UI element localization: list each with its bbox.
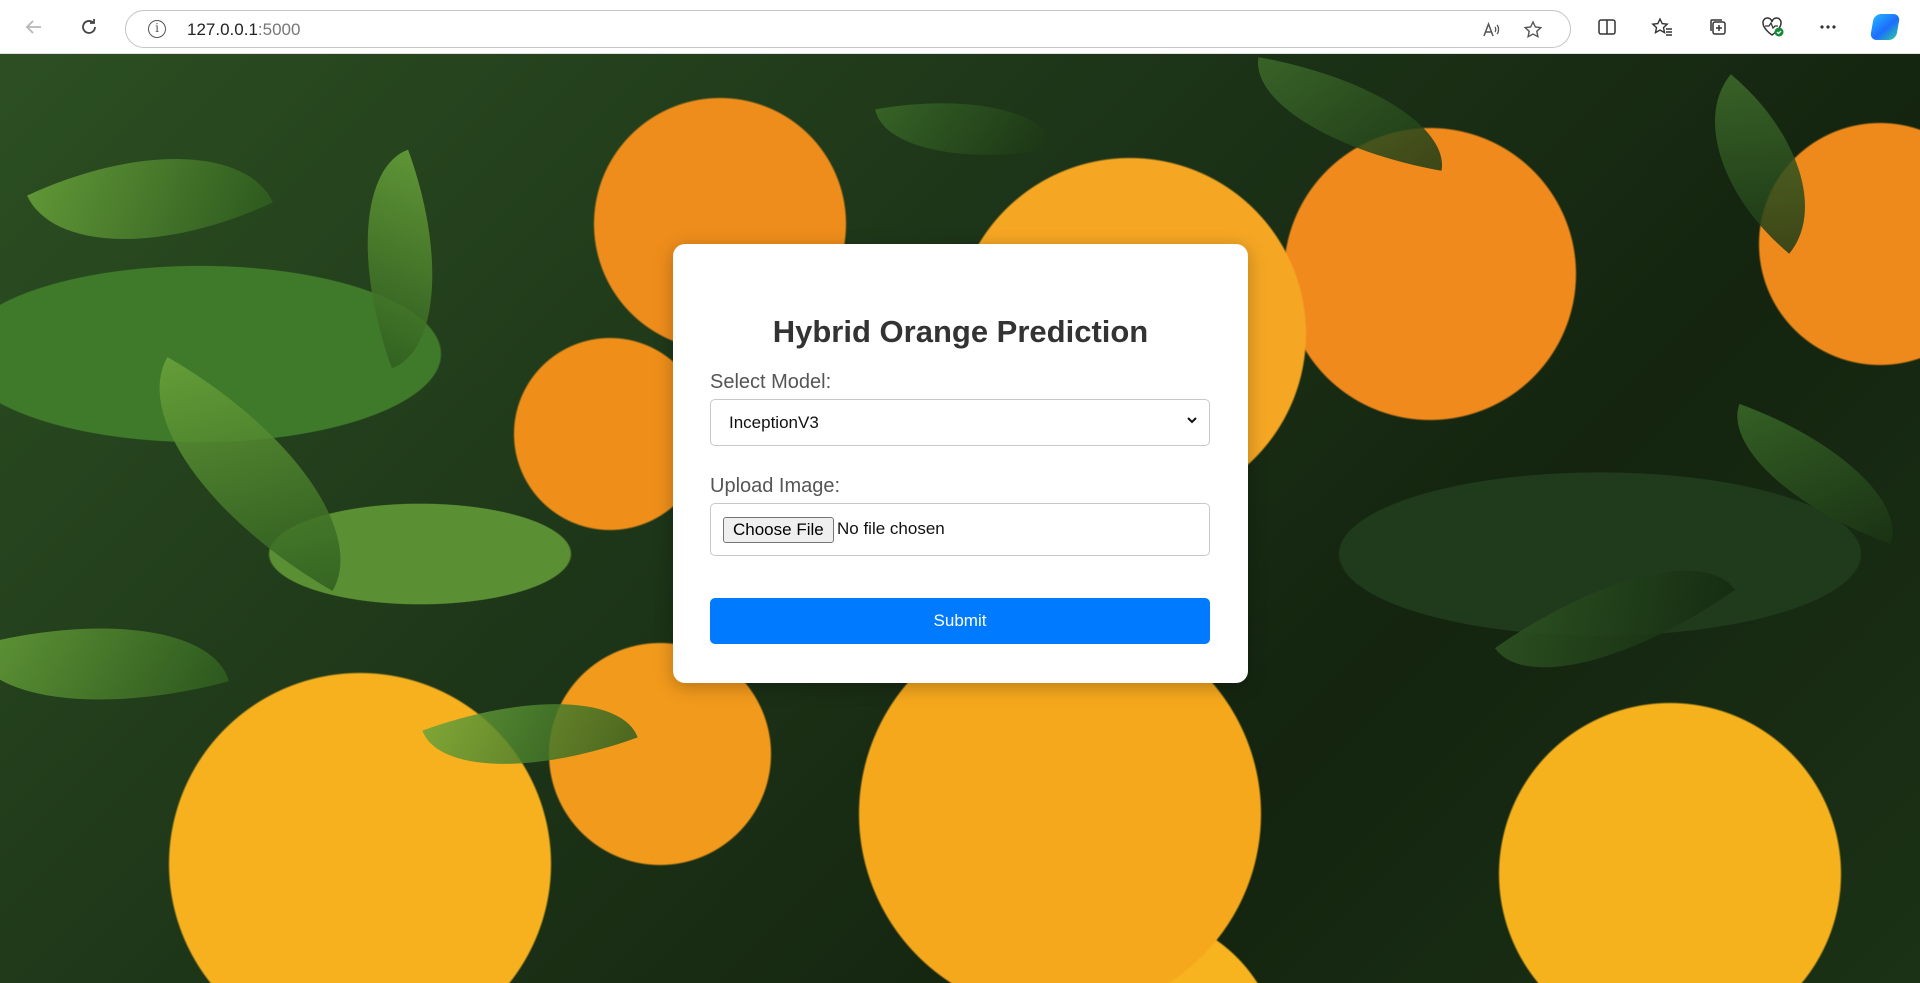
leaf-decoration — [875, 79, 1055, 179]
leaf-decoration — [323, 149, 477, 369]
leaf-decoration — [1494, 516, 1736, 722]
submit-button[interactable]: Submit — [710, 598, 1210, 644]
copilot-icon[interactable] — [1869, 11, 1901, 43]
split-screen-icon[interactable] — [1591, 11, 1623, 43]
page-title: Hybrid Orange Prediction — [772, 314, 1149, 349]
browser-toolbar: i 127.0.0.1:5000 — [0, 0, 1920, 54]
url-text[interactable]: 127.0.0.1:5000 — [187, 20, 300, 40]
leaf-decoration — [27, 102, 273, 296]
leaf-decoration — [1712, 403, 1918, 545]
leaf-decoration — [107, 357, 393, 591]
choose-file-button[interactable]: Choose File — [723, 517, 834, 543]
file-status-text: No file chosen — [837, 519, 945, 538]
model-select[interactable]: InceptionV3 — [710, 399, 1210, 446]
leaf-decoration — [0, 584, 229, 744]
file-input[interactable]: Choose File No file chosen — [710, 503, 1210, 556]
heart-pulse-icon[interactable] — [1757, 11, 1789, 43]
prediction-form-card: Hybrid Orange Prediction Select Model: I… — [673, 244, 1248, 683]
favorites-icon[interactable] — [1646, 11, 1678, 43]
collections-icon[interactable] — [1702, 11, 1734, 43]
leaf-decoration — [422, 662, 638, 806]
read-aloud-icon[interactable] — [1477, 16, 1505, 44]
address-bar[interactable]: i 127.0.0.1:5000 — [125, 10, 1571, 48]
star-icon[interactable] — [1519, 16, 1547, 44]
model-select-value: InceptionV3 — [729, 413, 819, 432]
more-icon[interactable] — [1812, 11, 1844, 43]
leaf-decoration — [1666, 74, 1854, 254]
select-model-label: Select Model: — [710, 371, 832, 393]
info-icon[interactable]: i — [148, 20, 166, 38]
chevron-down-icon — [1185, 413, 1199, 427]
upload-image-label: Upload Image: — [710, 475, 841, 497]
refresh-icon[interactable] — [73, 11, 105, 43]
back-arrow-icon[interactable] — [18, 11, 50, 43]
leaf-decoration — [1244, 57, 1456, 171]
